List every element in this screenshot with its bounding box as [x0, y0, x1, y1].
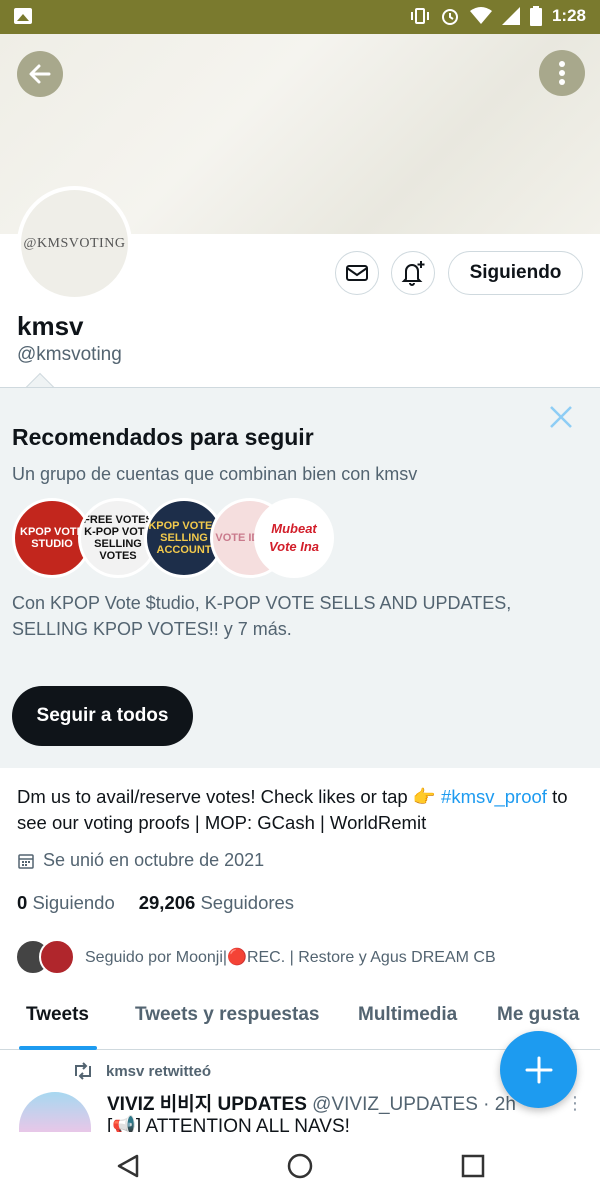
recommended-avatars[interactable]: KPOP VOTE STUDIO FREE VOTES K-POP VOTE S…	[12, 498, 342, 578]
active-tab-indicator	[19, 1046, 97, 1050]
tweet-more-icon[interactable]: ⋮	[566, 1093, 584, 1114]
tab-likes[interactable]: Me gusta	[497, 1004, 579, 1026]
following-number: 0	[17, 892, 28, 913]
recommended-avatar[interactable]: Mubeat Vote Ina	[254, 498, 334, 578]
status-icons: 1:28	[410, 6, 586, 26]
tweet-header: VIVIZ 비비지 UPDATES @VIVIZ_UPDATES · 2h	[107, 1089, 516, 1116]
back-button[interactable]	[17, 51, 63, 97]
tweet-author-avatar[interactable]	[19, 1092, 91, 1132]
compose-tweet-button[interactable]	[500, 1031, 577, 1108]
nav-recents-button[interactable]	[458, 1151, 488, 1181]
bio-hashtag-link[interactable]: #kmsv_proof	[441, 786, 547, 807]
status-time: 1:28	[551, 6, 586, 25]
alarm-icon	[441, 9, 458, 25]
tab-media[interactable]: Multimedia	[358, 1004, 457, 1026]
profile-avatar[interactable]: @KMSVOTING	[17, 186, 132, 301]
image-notification-icon	[14, 8, 32, 24]
bell-plus-icon	[401, 261, 425, 286]
more-options-button[interactable]	[539, 50, 585, 96]
vibrate-icon	[410, 8, 429, 24]
followers-number: 29,206	[138, 892, 196, 913]
wifi-icon	[469, 7, 492, 24]
nav-back-button[interactable]	[113, 1151, 143, 1181]
followers-label: Seguidores	[200, 892, 295, 913]
following-button[interactable]: Siguiendo	[448, 251, 583, 295]
followed-by[interactable]: Seguido por Moonji|🔴REC. | Restore y Agu…	[15, 938, 496, 976]
calendar-icon	[18, 853, 34, 869]
close-icon[interactable]	[548, 404, 574, 430]
signal-icon	[501, 7, 520, 25]
recommendations-panel: Recomendados para seguir Un grupo de cue…	[0, 387, 600, 768]
mail-icon	[346, 265, 368, 281]
bio-text: Dm us to avail/reserve votes! Check like…	[17, 786, 442, 807]
profile-tabs: Tweets Tweets y respuestas Multimedia Me…	[0, 990, 600, 1050]
followed-by-text: Seguido por Moonji|🔴REC. | Restore y Agu…	[85, 949, 496, 966]
following-count[interactable]: 0 Siguiendo	[17, 892, 115, 914]
follow-counts: 0 Siguiendo 29,206 Seguidores	[17, 892, 294, 914]
battery-icon	[529, 6, 542, 26]
avatar-text: @KMSVOTING	[23, 235, 126, 251]
profile-handle: @kmsvoting	[17, 344, 122, 365]
notifications-button[interactable]	[391, 251, 435, 295]
profile-name: kmsv	[17, 311, 84, 341]
triangle-back-icon	[117, 1154, 139, 1178]
nav-home-button[interactable]	[285, 1151, 315, 1181]
tab-tweets[interactable]: Tweets	[26, 1004, 89, 1026]
recommendations-title: Recomendados para seguir	[12, 424, 314, 450]
message-button[interactable]	[335, 251, 379, 295]
tweet-text[interactable]: [📢] ATTENTION ALL NAVS!	[107, 1114, 507, 1132]
arrow-left-icon	[29, 64, 51, 84]
plus-icon	[525, 1056, 552, 1083]
profile-bio: Dm us to avail/reserve votes! Check like…	[17, 784, 587, 836]
retweet-indicator: kmsv retwitteó	[72, 1062, 211, 1080]
retweet-icon	[75, 1062, 91, 1080]
joined-date: Se unió en octubre de 2021	[17, 850, 264, 871]
joined-text: Se unió en octubre de 2021	[43, 850, 265, 870]
more-vertical-icon	[559, 61, 565, 85]
follow-all-button[interactable]: Seguir a todos	[12, 686, 193, 746]
tweet-author-name[interactable]: VIVIZ 비비지 UPDATES	[107, 1094, 307, 1115]
recommendations-subtitle: Un grupo de cuentas que combinan bien co…	[12, 464, 418, 484]
follower-avatar	[39, 939, 75, 975]
circle-home-icon	[287, 1153, 313, 1179]
following-label: Siguiendo	[32, 892, 115, 913]
recommendations-description: Con KPOP Vote $tudio, K-POP VOTE SELLS A…	[12, 593, 512, 639]
retweet-label: kmsv retwitteó	[106, 1062, 212, 1080]
followers-count[interactable]: 29,206 Seguidores	[139, 892, 294, 914]
tweet-author-handle[interactable]: @VIVIZ_UPDATES	[312, 1094, 478, 1115]
square-recents-icon	[461, 1154, 485, 1178]
tab-tweets-and-replies[interactable]: Tweets y respuestas	[135, 1004, 319, 1026]
system-navigation-bar	[0, 1133, 600, 1200]
status-bar: 1:28	[0, 0, 600, 34]
